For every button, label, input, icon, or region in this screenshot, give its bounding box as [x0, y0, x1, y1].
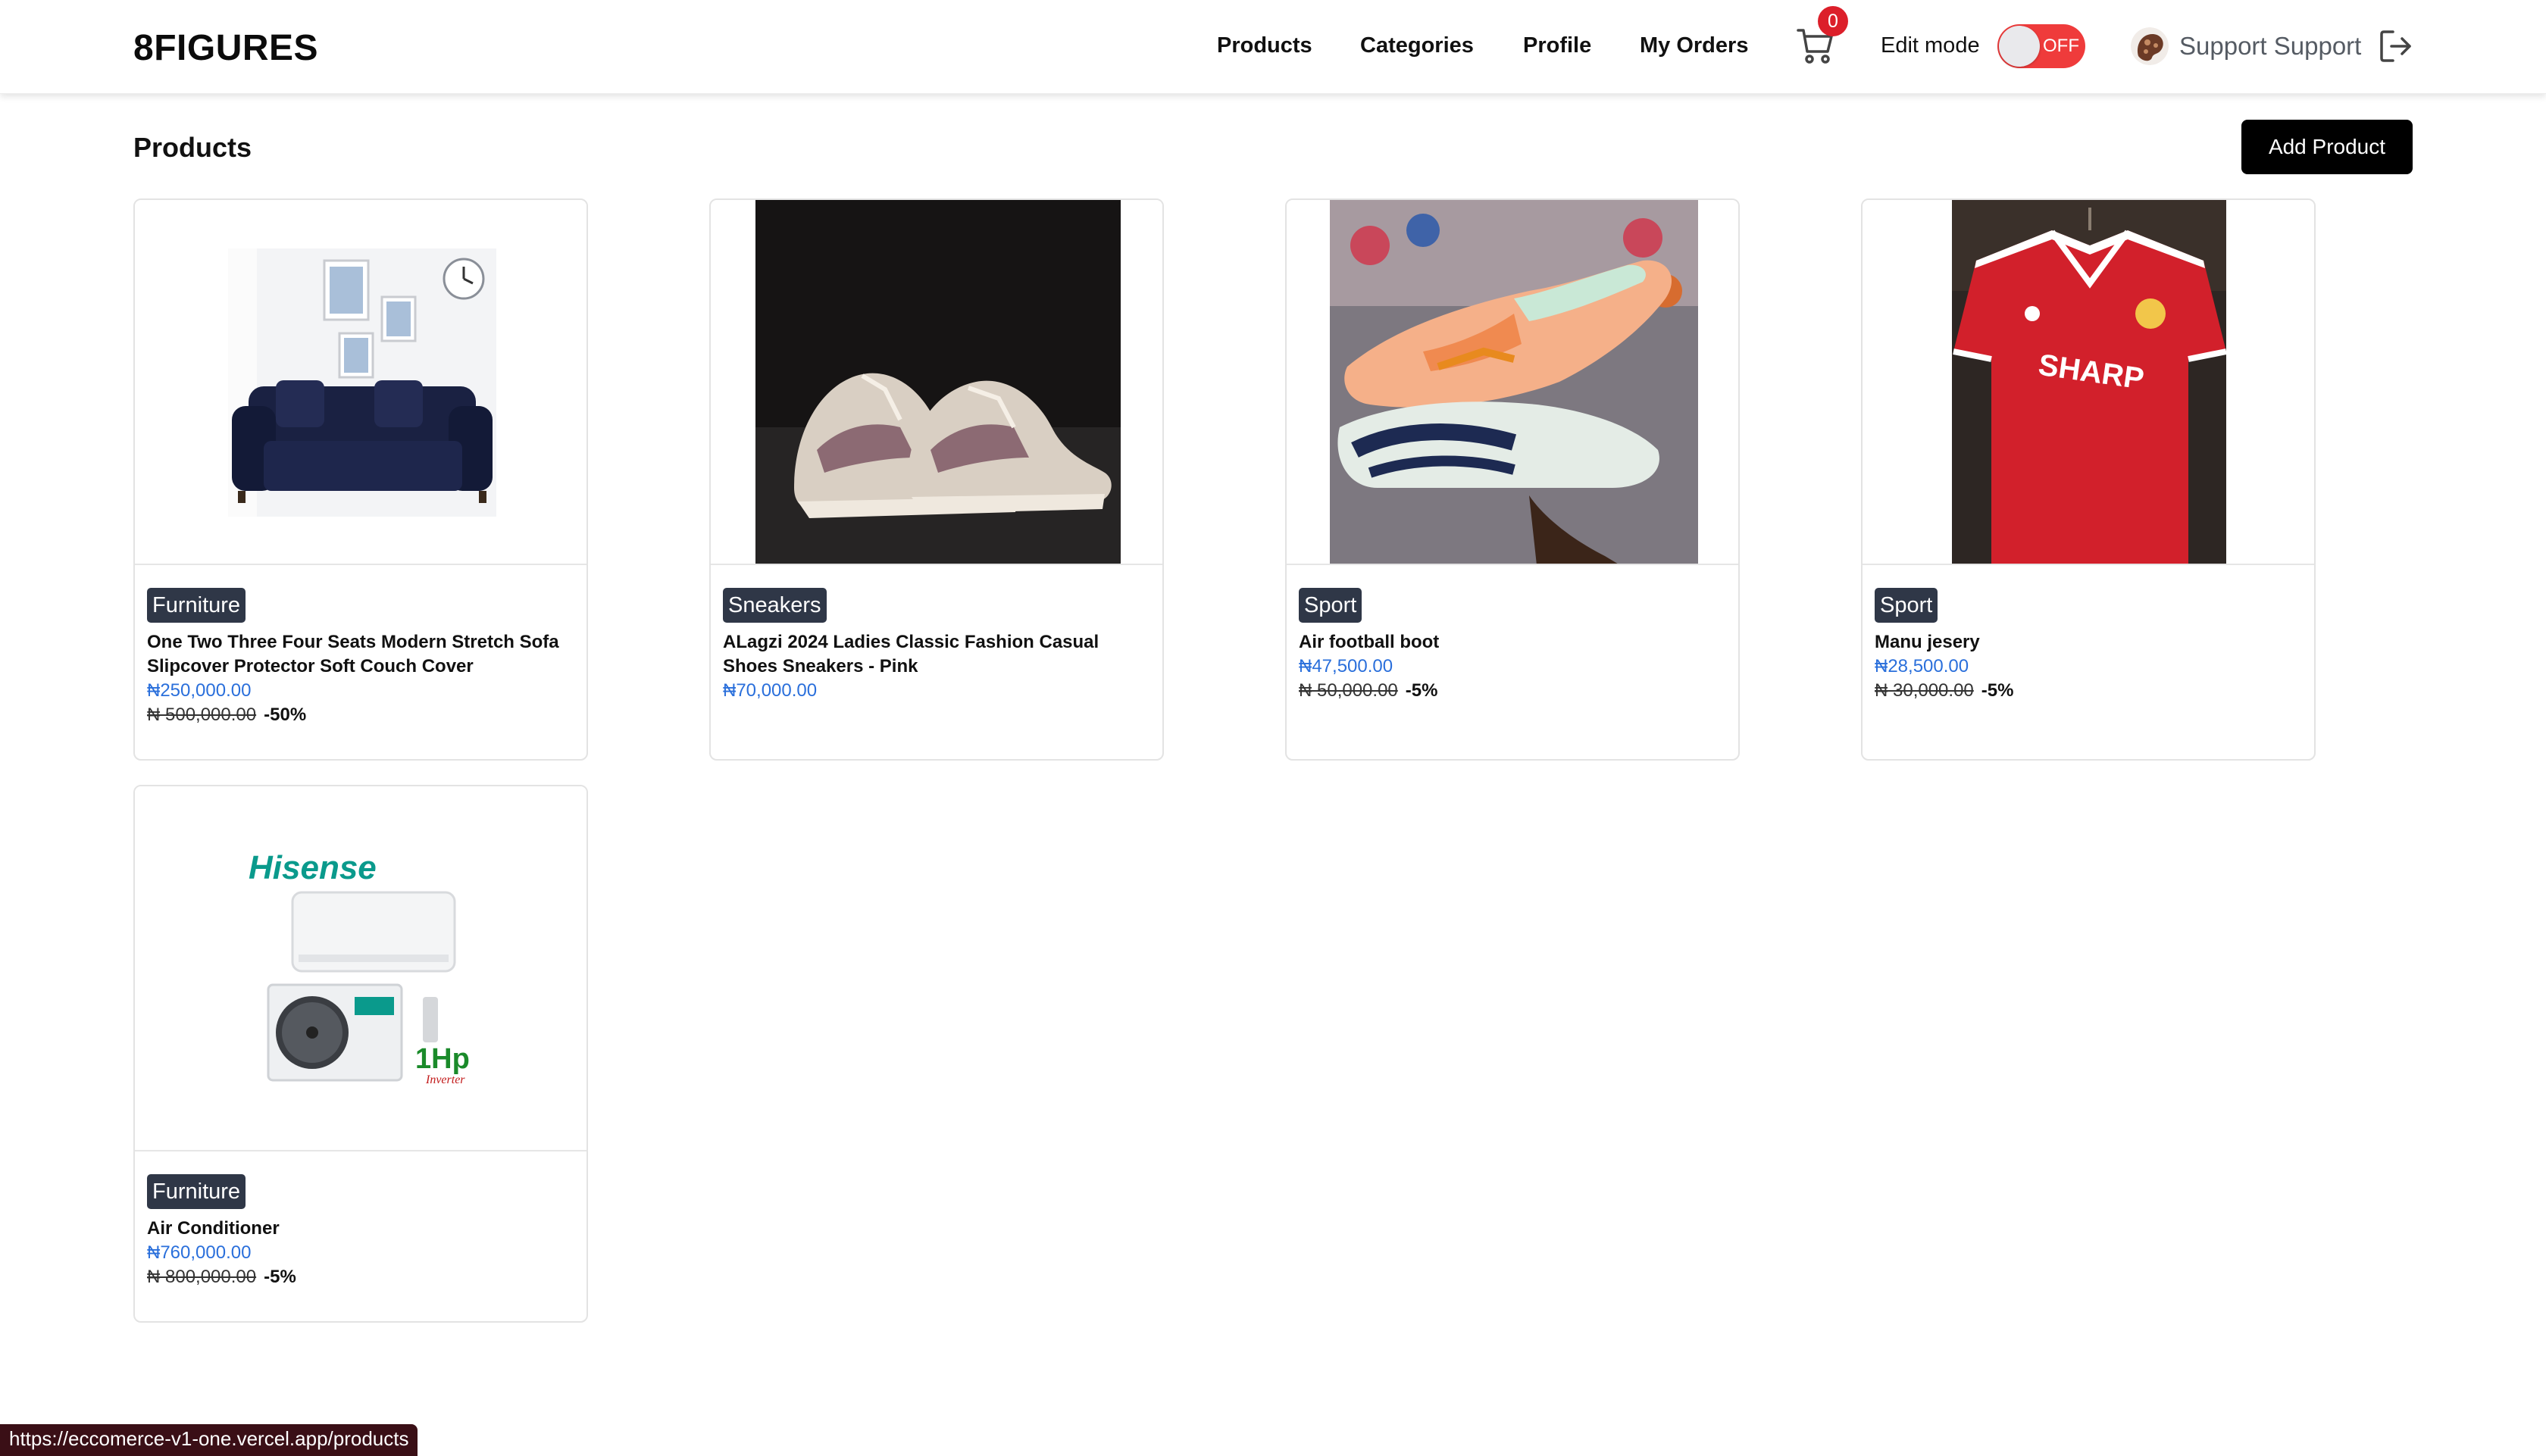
product-image: SHARP	[1863, 200, 2314, 565]
product-name: One Two Three Four Seats Modern Stretch …	[147, 632, 559, 676]
nav-my-orders[interactable]: My Orders	[1640, 33, 1748, 58]
product-price: ₦28,500.00	[1875, 656, 1969, 676]
avatar[interactable]	[2131, 27, 2169, 65]
product-image: Hisense 1Hp Inverter	[135, 786, 586, 1151]
logout-icon[interactable]	[2379, 29, 2413, 64]
add-product-button[interactable]: Add Product	[2241, 120, 2413, 174]
brand-logo[interactable]: 8FIGURES	[133, 27, 318, 69]
product-name: ALagzi 2024 Ladies Classic Fashion Casua…	[723, 632, 1099, 676]
price-old-row: ₦ 800,000.00 -5%	[147, 1265, 574, 1289]
product-card[interactable]: Furniture One Two Three Four Seats Moder…	[133, 198, 588, 761]
product-name: Manu jesery	[1875, 632, 1980, 652]
page-title: Products	[133, 132, 252, 163]
original-price: ₦ 50,000.00	[1299, 680, 1398, 701]
product-name: Air Conditioner	[147, 1218, 280, 1239]
product-price: ₦70,000.00	[723, 680, 818, 701]
nav-profile[interactable]: Profile	[1523, 33, 1591, 58]
discount-badge: -50%	[264, 705, 307, 725]
edit-mode-label: Edit mode	[1881, 33, 1980, 58]
user-name[interactable]: Support Support	[2179, 32, 2361, 61]
link-status-bar: https://eccomerce-v1-one.vercel.app/prod…	[0, 1424, 418, 1456]
original-price: ₦ 30,000.00	[1875, 680, 1974, 701]
product-image	[711, 200, 1162, 565]
category-tag: Sneakers	[723, 588, 827, 623]
discount-badge: -5%	[264, 1267, 296, 1287]
edit-mode-toggle[interactable]: OFF	[1997, 24, 2085, 68]
product-card[interactable]: Sport Air football boot ₦47,500.00 ₦ 50,…	[1285, 198, 1740, 761]
category-tag: Sport	[1299, 588, 1362, 623]
nav-products[interactable]: Products	[1217, 33, 1312, 58]
category-tag: Sport	[1875, 588, 1938, 623]
toggle-knob	[1999, 26, 2040, 67]
product-price: ₦250,000.00	[147, 680, 252, 701]
cart-count-badge: 0	[1818, 6, 1848, 36]
product-name: Air football boot	[1299, 632, 1440, 652]
image-brand-text: Hisense	[249, 849, 377, 886]
category-tag: Furniture	[147, 1174, 246, 1209]
original-price: ₦ 500,000.00	[147, 705, 257, 725]
product-card[interactable]: Sneakers ALagzi 2024 Ladies Classic Fash…	[709, 198, 1164, 761]
price-old-row: ₦ 30,000.00 -5%	[1875, 679, 2302, 703]
image-rating-text: 1Hp	[415, 1043, 470, 1075]
toggle-state-text: OFF	[2043, 36, 2079, 56]
product-card[interactable]: SHARP Sport Manu jesery ₦28,500.00 ₦ 30,…	[1861, 198, 2316, 761]
nav-categories[interactable]: Categories	[1360, 33, 1474, 58]
product-image	[1287, 200, 1738, 565]
product-price: ₦47,500.00	[1299, 656, 1393, 676]
discount-badge: -5%	[1981, 680, 2014, 701]
original-price: ₦ 800,000.00	[147, 1267, 257, 1287]
product-image	[135, 200, 586, 565]
price-old-row: ₦ 500,000.00 -50%	[147, 703, 574, 727]
product-card[interactable]: Hisense 1Hp Inverter Furniture Air Condi…	[133, 785, 588, 1323]
top-navbar: 8FIGURES Products Categories Profile My …	[0, 0, 2546, 94]
category-tag: Furniture	[147, 588, 246, 623]
product-price: ₦760,000.00	[147, 1242, 252, 1263]
price-old-row: ₦ 50,000.00 -5%	[1299, 679, 1726, 703]
image-sub-text: Inverter	[425, 1073, 465, 1086]
discount-badge: -5%	[1405, 680, 1438, 701]
